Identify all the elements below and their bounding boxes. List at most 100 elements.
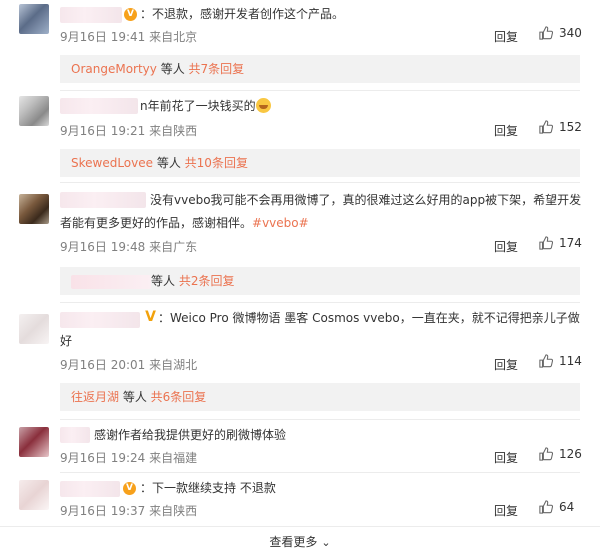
comment-item: 感谢作者给我提供更好的刷微博体验 9月16日 19:24 来自福建 回复 126	[0, 421, 600, 475]
comment-text-line1: 没有vvebo我可能不会再用微博了，真的很难过这么好用的app被下架，希望开发	[150, 193, 582, 207]
reply-count[interactable]: 共10条回复	[185, 156, 248, 170]
like-count: 126	[559, 447, 582, 461]
comment-text: n年前花了一块钱买的	[140, 95, 271, 117]
comment-text-line2: 者能有更多更好的作品，感谢相伴。	[60, 216, 253, 230]
thumbs-up-icon	[539, 500, 553, 514]
divider	[60, 182, 580, 183]
comment-meta: 9月16日 19:24 来自福建	[60, 449, 197, 466]
reply-count[interactable]: 共2条回复	[179, 274, 235, 288]
thumbs-up-icon	[539, 236, 553, 250]
comment-date: 9月16日 19:48	[60, 240, 146, 254]
comment-date: 9月16日 20:01	[60, 358, 146, 372]
username-blurred[interactable]	[60, 192, 146, 208]
comment-date: 9月16日 19:41	[60, 30, 146, 44]
comment-date: 9月16日 19:24	[60, 451, 146, 465]
avatar[interactable]	[19, 314, 49, 344]
reply-thread-link[interactable]: 往返月湖 等人 共6条回复	[60, 383, 580, 411]
reply-thread-link[interactable]: SkewedLovee 等人 共10条回复	[60, 149, 580, 177]
comment-date: 9月16日 19:37	[60, 504, 146, 518]
divider	[60, 472, 580, 473]
reply-mid-text: 等人	[151, 274, 179, 288]
comment-text: 没有vvebo我可能不会再用微博了，真的很难过这么好用的app被下架，希望开发	[150, 189, 581, 211]
like-count: 340	[559, 26, 582, 40]
divider	[60, 302, 580, 303]
comment-location: 来自北京	[149, 30, 198, 44]
like-count: 64	[559, 500, 575, 514]
comment-location: 来自陕西	[149, 124, 198, 138]
like-button[interactable]: 114	[539, 354, 582, 368]
like-button[interactable]: 174	[539, 236, 582, 250]
emoji-icon	[255, 98, 271, 113]
username-blurred[interactable]	[60, 98, 138, 114]
comment-text: ：下一款继续支持 不退款	[140, 481, 276, 495]
like-button[interactable]: 340	[539, 26, 582, 40]
comment-location: 来自湖北	[149, 358, 198, 372]
reply-mid-text: 等人	[153, 156, 185, 170]
avatar[interactable]	[19, 194, 49, 224]
thumbs-up-icon	[539, 120, 553, 134]
reply-count[interactable]: 共6条回复	[151, 390, 207, 404]
reply-thread-link[interactable]: 等人 共2条回复	[60, 267, 580, 295]
verified-badge-icon: V	[124, 8, 137, 21]
comment-location: 来自福建	[149, 451, 198, 465]
comment-text: ：Weico Pro 微博物语 墨客 Cosmos vvebo，一直在夹，就不记…	[158, 307, 580, 329]
avatar[interactable]	[19, 427, 49, 457]
reply-button[interactable]: 回复	[494, 502, 518, 519]
reply-button[interactable]: 回复	[494, 122, 518, 139]
comment-location: 来自广东	[149, 240, 198, 254]
comment-item: V ：下一款继续支持 不退款 9月16日 19:37 来自陕西 回复 64	[0, 474, 600, 528]
comment-text: ：不退款，感谢开发者创作这个产品。	[140, 7, 345, 21]
comment-date: 9月16日 19:21	[60, 124, 146, 138]
thumbs-up-icon	[539, 447, 553, 461]
divider	[60, 419, 580, 420]
reply-user[interactable]: SkewedLovee	[71, 156, 153, 170]
username-blurred[interactable]	[60, 7, 122, 23]
comment-item: n年前花了一块钱买的 9月16日 19:21 来自陕西 回复 152 Skewe…	[0, 92, 600, 182]
reply-button[interactable]: 回复	[494, 238, 518, 255]
reply-count[interactable]: 共7条回复	[189, 62, 245, 76]
username-blurred[interactable]	[71, 274, 151, 289]
verified-badge-icon: V	[123, 482, 136, 495]
username-blurred[interactable]	[60, 427, 90, 443]
comment-item: V ：不退款，感谢开发者创作这个产品。 9月16日 19:41 来自北京 回复 …	[0, 0, 600, 90]
reply-user[interactable]: OrangeMortyy	[71, 62, 157, 76]
divider	[0, 526, 600, 527]
thumbs-up-icon	[539, 26, 553, 40]
comment-meta: 9月16日 19:41 来自北京	[60, 28, 197, 45]
comment-location: 来自陕西	[149, 504, 198, 518]
avatar[interactable]	[19, 96, 49, 126]
verified-badge-icon: V	[144, 309, 157, 325]
like-button[interactable]: 152	[539, 120, 582, 134]
chevron-down-icon: ⌄	[321, 536, 331, 549]
thumbs-up-icon	[539, 354, 553, 368]
comment-text-line2: 好	[60, 334, 73, 348]
comment-meta: 9月16日 20:01 来自湖北	[60, 356, 197, 373]
reply-mid-text: 等人	[156, 62, 189, 76]
username-blurred[interactable]	[60, 481, 120, 497]
avatar[interactable]	[19, 480, 49, 510]
divider	[60, 90, 580, 91]
like-count: 114	[559, 354, 582, 368]
comment-meta: 9月16日 19:37 来自陕西	[60, 502, 197, 519]
like-button[interactable]: 126	[539, 447, 582, 461]
comment-item: 没有vvebo我可能不会再用微博了，真的很难过这么好用的app被下架，希望开发 …	[0, 184, 600, 302]
load-more-button[interactable]: 查看更多 ⌄	[0, 533, 600, 550]
reply-mid-text: 等人	[119, 390, 151, 404]
like-count: 174	[559, 236, 582, 250]
comment-text: 者能有更多更好的作品，感谢相伴。#vvebo#	[60, 212, 309, 234]
comment-meta: 9月16日 19:48 来自广东	[60, 238, 197, 255]
reply-user[interactable]: 往返月湖	[71, 390, 119, 404]
reply-button[interactable]: 回复	[494, 356, 518, 373]
comment-text: 好	[60, 330, 72, 352]
comment-text-body: n年前花了一块钱买的	[140, 99, 256, 113]
avatar[interactable]	[19, 4, 49, 34]
like-button[interactable]: 64	[539, 500, 574, 514]
load-more-label: 查看更多	[269, 535, 318, 549]
comment-text: 感谢作者给我提供更好的刷微博体验	[94, 428, 287, 442]
comment-item: V ：Weico Pro 微博物语 墨客 Cosmos vvebo，一直在夹，就…	[0, 304, 600, 422]
reply-button[interactable]: 回复	[494, 449, 518, 466]
username-blurred[interactable]	[60, 312, 140, 328]
reply-button[interactable]: 回复	[494, 28, 518, 45]
hashtag-link[interactable]: #vvebo#	[252, 216, 309, 230]
reply-thread-link[interactable]: OrangeMortyy 等人 共7条回复	[60, 55, 580, 83]
